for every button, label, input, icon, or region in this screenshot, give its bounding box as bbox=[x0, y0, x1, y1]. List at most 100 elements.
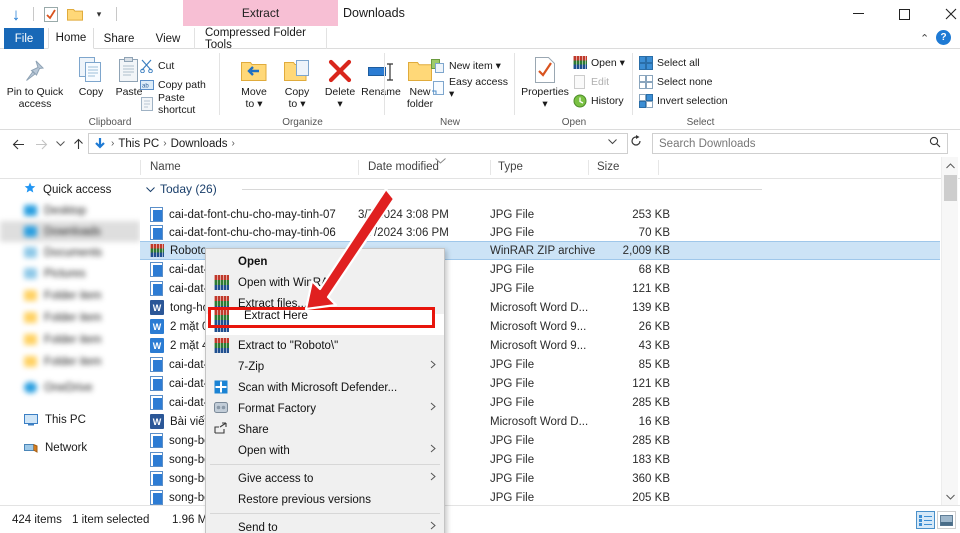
minimize-button[interactable] bbox=[836, 0, 881, 28]
menu-item-extract-files[interactable]: Extract files... bbox=[206, 293, 444, 314]
column-divider[interactable] bbox=[658, 160, 659, 175]
file-name: tong-ho bbox=[170, 301, 210, 314]
sidebar-item-documents[interactable]: Documents bbox=[0, 242, 140, 263]
customize-qat-caret-icon[interactable]: ▾ bbox=[89, 4, 109, 24]
file-name-cell[interactable]: tong-ho bbox=[150, 300, 209, 315]
sidebar-item-network[interactable]: Network bbox=[0, 437, 140, 458]
column-header-size[interactable]: Size bbox=[597, 161, 619, 173]
breadcrumb-item-downloads[interactable]: Downloads bbox=[171, 138, 228, 150]
sidebar-item-onedrive[interactable]: OneDrive bbox=[0, 377, 140, 398]
download-arrow-icon[interactable]: ↓ bbox=[6, 4, 26, 24]
menu-item-share[interactable]: Share bbox=[206, 419, 444, 440]
menu-item-give-access-to[interactable]: Give access to bbox=[206, 468, 444, 489]
column-divider[interactable] bbox=[490, 160, 491, 175]
copy-path-button[interactable]: ab Copy path bbox=[140, 76, 206, 93]
sidebar-item-this-pc[interactable]: This PC bbox=[0, 409, 140, 430]
file-name-cell[interactable]: song-be bbox=[150, 433, 211, 448]
select-all-button[interactable]: Select all bbox=[639, 54, 700, 71]
group-header-today[interactable]: Today (26) bbox=[146, 179, 762, 199]
tab-compressed-folder-tools[interactable]: Compressed Folder Tools bbox=[194, 27, 327, 51]
scroll-up-icon[interactable] bbox=[942, 157, 959, 174]
menu-item-extract-here[interactable]: Extract Here bbox=[206, 314, 444, 335]
sidebar-item-folder-3[interactable]: Folder item bbox=[0, 329, 140, 350]
menu-item-open-with[interactable]: Open with bbox=[206, 440, 444, 461]
tab-view[interactable]: View bbox=[147, 28, 189, 49]
file-name-cell[interactable]: 2 mặt 4 bbox=[150, 338, 208, 353]
menu-item-open-with-winrar[interactable]: Open with WinRAR bbox=[206, 272, 444, 293]
help-icon[interactable]: ? bbox=[936, 30, 951, 45]
sidebar-item-folder-2[interactable]: Folder item bbox=[0, 307, 140, 328]
history-button[interactable]: History bbox=[573, 92, 624, 109]
open-button[interactable]: Open ▾ bbox=[573, 54, 625, 71]
context-menu[interactable]: Open Open with WinRAR Extract files... E… bbox=[205, 248, 445, 533]
file-name-cell[interactable]: cai-dat-font-chu-cho-may-tinh-07 bbox=[150, 207, 336, 222]
file-name-cell[interactable]: song-be bbox=[150, 452, 211, 467]
breadcrumb-item-this-pc[interactable]: This PC bbox=[118, 138, 159, 150]
refresh-icon[interactable] bbox=[630, 135, 642, 150]
menu-item-send-to[interactable]: Send to bbox=[206, 517, 444, 533]
breadcrumb[interactable]: › This PC › Downloads › bbox=[88, 133, 628, 154]
invert-selection-button[interactable]: Invert selection bbox=[639, 92, 728, 109]
sidebar-item-folder-4[interactable]: Folder item bbox=[0, 351, 140, 372]
menu-item-format-factory[interactable]: Format Factory bbox=[206, 398, 444, 419]
status-item-count: 424 items bbox=[12, 513, 62, 526]
paste-shortcut-button[interactable]: Paste shortcut bbox=[140, 92, 220, 116]
sidebar-item-desktop[interactable]: Desktop bbox=[0, 200, 140, 221]
column-header-date-modified[interactable]: Date modified bbox=[368, 161, 439, 173]
sidebar-item-pictures[interactable]: Pictures bbox=[0, 263, 140, 284]
file-name-cell[interactable]: cai-dat-f bbox=[150, 262, 211, 277]
new-folder-icon[interactable] bbox=[65, 4, 85, 24]
sidebar-item-quick-access[interactable]: Quick access bbox=[0, 179, 140, 200]
cut-button[interactable]: Cut bbox=[140, 57, 174, 74]
file-name-cell[interactable]: cai-dat-font-chu-cho-may-tinh-06 bbox=[150, 225, 336, 240]
column-divider[interactable] bbox=[358, 160, 359, 175]
tab-file[interactable]: File bbox=[4, 28, 44, 49]
column-divider[interactable] bbox=[588, 160, 589, 175]
file-name-cell[interactable]: cai-dat-f bbox=[150, 281, 211, 296]
menu-item-scan-with-defender[interactable]: Scan with Microsoft Defender... bbox=[206, 377, 444, 398]
menu-item-extract-to-folder[interactable]: Extract to "Roboto\" bbox=[206, 335, 444, 356]
search-input[interactable]: Search Downloads bbox=[652, 133, 948, 154]
easy-access-button[interactable]: Easy access ▾ bbox=[431, 76, 515, 100]
menu-item-open[interactable]: Open bbox=[206, 251, 444, 272]
column-header-name[interactable]: Name bbox=[150, 161, 181, 173]
close-button[interactable] bbox=[928, 0, 960, 28]
collapse-ribbon-icon[interactable]: ⌃ bbox=[920, 32, 929, 45]
column-header-type[interactable]: Type bbox=[498, 161, 523, 173]
pin-to-quick-access-button[interactable]: Pin to Quick access bbox=[6, 53, 64, 110]
file-name-cell[interactable]: Bài viết bbox=[150, 414, 208, 429]
file-name-cell[interactable]: song-be bbox=[150, 490, 211, 505]
chevron-down-icon[interactable] bbox=[146, 182, 155, 196]
up-button[interactable] bbox=[68, 134, 88, 154]
extract-contextual-tab[interactable]: Extract bbox=[183, 0, 338, 26]
sidebar-item-folder-1[interactable]: Folder item bbox=[0, 285, 140, 306]
vertical-scrollbar[interactable] bbox=[941, 157, 958, 505]
file-name-cell[interactable]: song-be bbox=[150, 471, 211, 486]
maximize-button[interactable] bbox=[882, 0, 927, 28]
properties-button[interactable]: Properties ▾ bbox=[517, 53, 573, 110]
sidebar-item-label: Quick access bbox=[43, 183, 112, 196]
forward-button[interactable] bbox=[31, 134, 51, 154]
new-item-button[interactable]: New item ▾ bbox=[431, 57, 501, 74]
sidebar-item-downloads[interactable]: Downloads bbox=[0, 221, 140, 242]
tab-share[interactable]: Share bbox=[97, 28, 141, 49]
tab-home[interactable]: Home bbox=[48, 28, 94, 49]
large-icons-view-button[interactable] bbox=[937, 511, 956, 529]
properties-icon[interactable] bbox=[41, 4, 61, 24]
file-name-cell[interactable]: cai-dat-f bbox=[150, 357, 211, 372]
details-view-button[interactable] bbox=[916, 511, 935, 529]
file-name-cell[interactable]: cai-dat-f bbox=[150, 395, 211, 410]
recent-locations-button[interactable] bbox=[50, 134, 70, 154]
menu-item-restore-previous-versions[interactable]: Restore previous versions bbox=[206, 489, 444, 510]
scrollbar-thumb[interactable] bbox=[944, 175, 957, 201]
search-icon[interactable] bbox=[929, 136, 941, 151]
file-name-cell[interactable]: cai-dat-f bbox=[150, 376, 211, 391]
table-row[interactable]: cai-dat-font-chu-cho-may-tinh-06 3/7/202… bbox=[140, 223, 940, 242]
menu-item-7-zip[interactable]: 7-Zip bbox=[206, 356, 444, 377]
select-none-button[interactable]: Select none bbox=[639, 73, 712, 90]
address-dropdown-icon[interactable] bbox=[608, 136, 617, 148]
file-name-cell[interactable]: Roboto bbox=[150, 244, 207, 257]
scroll-down-icon[interactable] bbox=[942, 488, 959, 505]
table-row[interactable]: cai-dat-font-chu-cho-may-tinh-07 3/7/202… bbox=[140, 205, 940, 224]
back-button[interactable] bbox=[8, 134, 28, 154]
